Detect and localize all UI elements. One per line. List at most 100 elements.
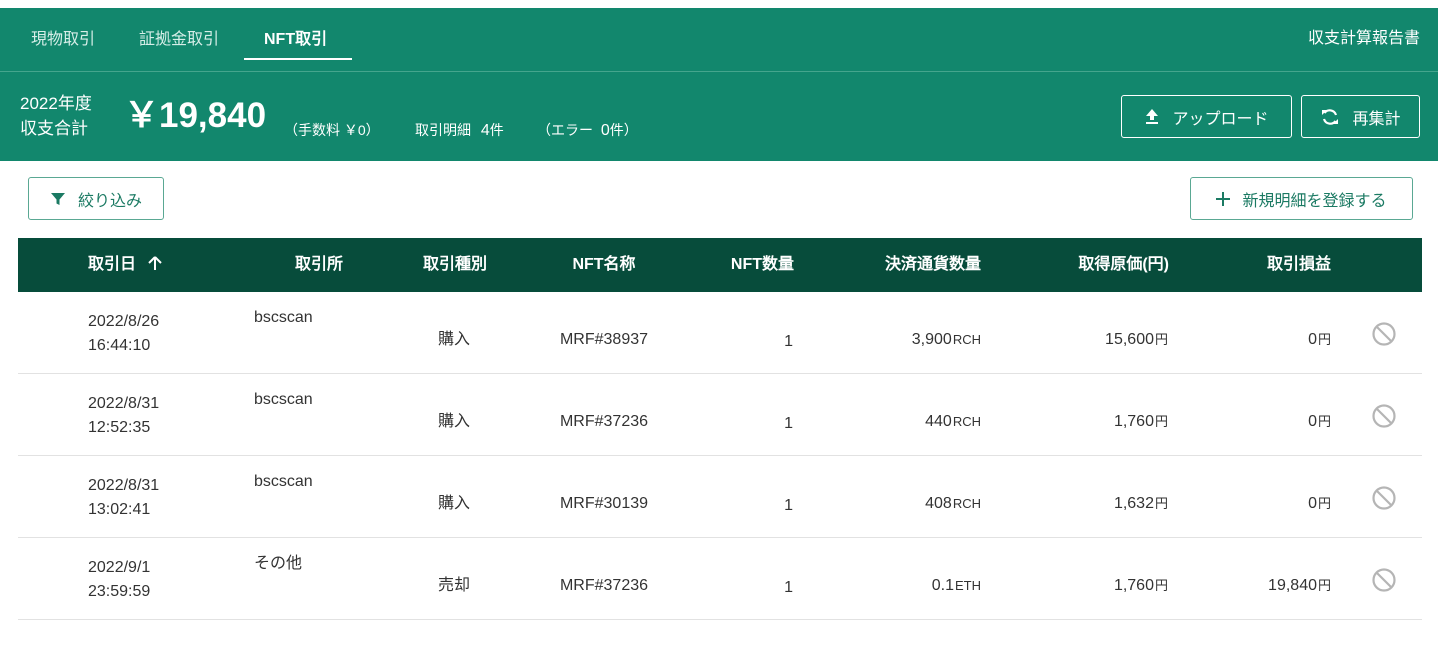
trade-time: 13:02:41 <box>88 501 151 518</box>
trade-time: 16:44:10 <box>88 337 151 354</box>
nft-name: MRF#30139 <box>559 495 649 512</box>
column-header-pay-qty[interactable]: 決済通貨数量 <box>885 238 981 292</box>
error-count-unit: 件） <box>609 122 638 138</box>
detail-count-unit: 件 <box>489 122 504 138</box>
date-header-label: 取引日 <box>88 256 137 273</box>
pnl-unit: 円 <box>1317 332 1331 347</box>
filter-label: 絞り込み <box>77 192 142 210</box>
page: 現物取引 証拠金取引 NFT取引 収支計算報告書 2022年度 収支合計 ￥19… <box>0 0 1438 646</box>
payment-value: 440 <box>925 413 952 430</box>
trade-datetime: 2022/8/31 12:52:35 <box>88 392 159 440</box>
profit-loss: 19,840円 <box>1268 576 1331 596</box>
plus-icon <box>1216 191 1231 206</box>
pnl-value: 0 <box>1308 495 1317 512</box>
table-body: 2022/8/26 16:44:10 bscscan 購入 MRF#38937 1… <box>18 292 1422 620</box>
nft-name: MRF#38937 <box>559 331 649 348</box>
summary-bar: 2022年度 収支合計 ￥19,840 （手数料 ￥0） 取引明細 4件 （エラ… <box>0 72 1438 161</box>
detail-count-value: 4 <box>480 122 490 139</box>
column-header-pnl[interactable]: 取引損益 <box>1267 238 1331 292</box>
table-row[interactable]: 2022/8/31 12:52:35 bscscan 購入 MRF#37236 1… <box>18 374 1422 456</box>
nft-name: MRF#37236 <box>559 413 649 430</box>
filter-button[interactable]: 絞り込み <box>28 177 164 220</box>
detail-count: 取引明細 4件 <box>415 120 504 141</box>
nft-quantity: 1 <box>784 415 793 432</box>
acquisition-cost: 1,632円 <box>1114 494 1168 514</box>
payment-unit: RCH <box>952 332 981 347</box>
payment-quantity: 3,900RCH <box>912 330 981 350</box>
block-icon[interactable] <box>1371 485 1397 511</box>
trade-time: 12:52:35 <box>88 419 151 436</box>
top-nav: 現物取引 証拠金取引 NFT取引 収支計算報告書 <box>0 8 1438 71</box>
payment-unit: RCH <box>952 414 981 429</box>
trade-type: 購入 <box>437 331 471 348</box>
nft-name: MRF#37236 <box>559 577 649 594</box>
column-header-type[interactable]: 取引種別 <box>423 238 487 292</box>
pnl-value: 0 <box>1308 413 1317 430</box>
trade-date: 2022/8/26 <box>88 313 160 330</box>
column-header-nft-qty[interactable]: NFT数量 <box>731 238 794 292</box>
nft-quantity: 1 <box>784 497 793 514</box>
acquisition-cost: 1,760円 <box>1114 576 1168 596</box>
payment-quantity: 0.1ETH <box>932 576 981 596</box>
exchange-name: bscscan <box>254 309 313 326</box>
block-icon[interactable] <box>1371 321 1397 347</box>
income-report-link[interactable]: 収支計算報告書 <box>1308 8 1420 70</box>
pnl-value: 19,840 <box>1268 577 1317 594</box>
trade-date: 2022/8/31 <box>88 395 160 412</box>
tab-spot-trading[interactable]: 現物取引 <box>31 8 95 61</box>
cost-unit: 円 <box>1154 414 1168 429</box>
table-row[interactable]: 2022/8/31 13:02:41 bscscan 購入 MRF#30139 1… <box>18 456 1422 538</box>
column-header-nft-name[interactable]: NFT名称 <box>572 238 635 292</box>
arrow-up-icon[interactable] <box>148 256 163 271</box>
recalculate-label: 再集計 <box>1352 110 1401 128</box>
add-entry-label: 新規明細を登録する <box>1242 192 1387 210</box>
tab-margin-trading[interactable]: 証拠金取引 <box>139 8 219 61</box>
cost-unit: 円 <box>1154 332 1168 347</box>
payment-quantity: 408RCH <box>925 494 981 514</box>
trade-type: 購入 <box>437 413 471 430</box>
cost-value: 1,760 <box>1113 577 1154 594</box>
payment-value: 0.1 <box>931 577 954 594</box>
upload-label: アップロード <box>1172 110 1269 128</box>
payment-value: 3,900 <box>911 331 952 348</box>
column-header-date[interactable]: 取引日 <box>88 238 163 292</box>
pnl-unit: 円 <box>1317 578 1331 593</box>
trade-date: 2022/9/1 <box>88 559 151 576</box>
upload-icon <box>1146 109 1159 124</box>
payment-quantity: 440RCH <box>925 412 981 432</box>
error-count-value: 0 <box>600 122 610 139</box>
cost-unit: 円 <box>1154 496 1168 511</box>
trade-date: 2022/8/31 <box>88 477 160 494</box>
nft-quantity: 1 <box>784 333 793 350</box>
detail-label: 取引明細 <box>415 122 471 138</box>
table-row[interactable]: 2022/8/26 16:44:10 bscscan 購入 MRF#38937 1… <box>18 292 1422 374</box>
acquisition-cost: 15,600円 <box>1105 330 1168 350</box>
pnl-value: 0 <box>1308 331 1317 348</box>
block-icon[interactable] <box>1371 567 1397 593</box>
payment-value: 408 <box>925 495 952 512</box>
tab-nft-trading[interactable]: NFT取引 <box>264 8 327 61</box>
add-entry-button[interactable]: 新規明細を登録する <box>1190 177 1413 220</box>
cost-value: 15,600 <box>1105 331 1154 348</box>
payment-unit: RCH <box>952 496 981 511</box>
error-label: （エラー <box>537 122 593 138</box>
refresh-icon <box>1322 108 1339 125</box>
fee-text: （手数料 ￥0） <box>284 120 380 140</box>
acquisition-cost: 1,760円 <box>1114 412 1168 432</box>
profit-loss: 0円 <box>1308 412 1331 432</box>
fee-value: （手数料 ￥0） <box>284 122 380 138</box>
table-row[interactable]: 2022/9/1 23:59:59 その他 売却 MRF#37236 1 0.1E… <box>18 538 1422 620</box>
pnl-unit: 円 <box>1317 496 1331 511</box>
fiscal-year: 2022年度 <box>20 94 92 113</box>
nft-quantity: 1 <box>784 579 793 596</box>
filter-icon <box>50 192 65 205</box>
column-header-cost[interactable]: 取得原価(円) <box>1078 238 1169 292</box>
trade-datetime: 2022/8/26 16:44:10 <box>88 310 159 358</box>
trade-datetime: 2022/9/1 23:59:59 <box>88 556 150 604</box>
error-count: （エラー 0件） <box>537 120 638 141</box>
upload-button[interactable]: アップロード <box>1121 95 1292 138</box>
column-header-exchange[interactable]: 取引所 <box>295 238 343 292</box>
recalculate-button[interactable]: 再集計 <box>1301 95 1420 138</box>
block-icon[interactable] <box>1371 403 1397 429</box>
active-tab-indicator <box>244 58 352 60</box>
